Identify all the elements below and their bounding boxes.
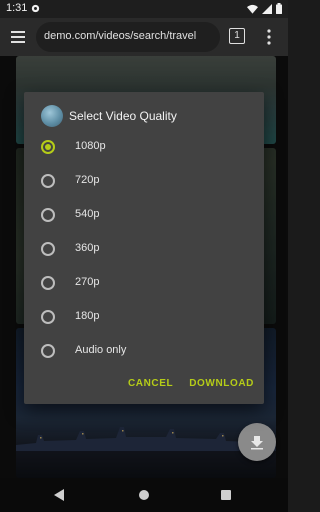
option-label: 540p	[75, 208, 100, 220]
dialog-title: Select Video Quality	[69, 109, 177, 123]
radio-button[interactable]	[41, 344, 55, 358]
home-icon[interactable]	[139, 490, 149, 500]
download-button[interactable]: DOWNLOAD	[189, 378, 254, 389]
radio-button[interactable]	[41, 310, 55, 324]
option-label: 1080p	[75, 140, 106, 152]
option-label: 270p	[75, 276, 100, 288]
cancel-button[interactable]: CANCEL	[128, 378, 173, 389]
download-icon	[251, 436, 263, 450]
browser-toolbar: demo.com/videos/search/travel 1	[0, 18, 288, 56]
url-bar[interactable]: demo.com/videos/search/travel	[36, 22, 220, 52]
quality-option-180p[interactable]: 180p	[24, 304, 264, 334]
quality-option-540p[interactable]: 540p	[24, 202, 264, 232]
quality-option-audio-only[interactable]: Audio only	[24, 338, 264, 368]
battery-icon	[276, 3, 282, 14]
recents-icon[interactable]	[221, 490, 231, 500]
wifi-icon	[247, 4, 258, 14]
tab-switcher-icon[interactable]: 1	[229, 28, 245, 44]
status-time: 1:31	[6, 2, 28, 14]
video-thumbnail-icon	[41, 105, 63, 127]
quality-option-720p[interactable]: 720p	[24, 168, 264, 198]
dialog-actions: CANCEL DOWNLOAD	[128, 378, 254, 389]
system-nav-bar	[0, 478, 288, 512]
option-label: Audio only	[75, 344, 127, 356]
option-label: 720p	[75, 174, 100, 186]
status-bar: 1:31	[0, 0, 288, 18]
radio-button[interactable]	[41, 208, 55, 222]
quality-option-360p[interactable]: 360p	[24, 236, 264, 266]
option-label: 180p	[75, 310, 100, 322]
status-icons	[247, 3, 282, 14]
url-text: demo.com/videos/search/travel	[44, 30, 197, 42]
radio-button[interactable]	[41, 174, 55, 188]
quality-option-270p[interactable]: 270p	[24, 270, 264, 300]
radio-button[interactable]	[41, 242, 55, 256]
signal-icon	[262, 3, 272, 14]
radio-button[interactable]	[41, 140, 55, 154]
back-icon[interactable]	[54, 489, 64, 501]
gear-icon	[31, 4, 40, 13]
radio-button[interactable]	[41, 276, 55, 290]
video-quality-dialog: Select Video Quality 1080p 720p 540p 360…	[24, 92, 264, 404]
option-label: 360p	[75, 242, 100, 254]
download-fab[interactable]	[238, 423, 276, 461]
quality-option-1080p[interactable]: 1080p	[24, 134, 264, 164]
menu-icon[interactable]	[8, 27, 30, 47]
overflow-menu-icon[interactable]	[262, 26, 276, 48]
